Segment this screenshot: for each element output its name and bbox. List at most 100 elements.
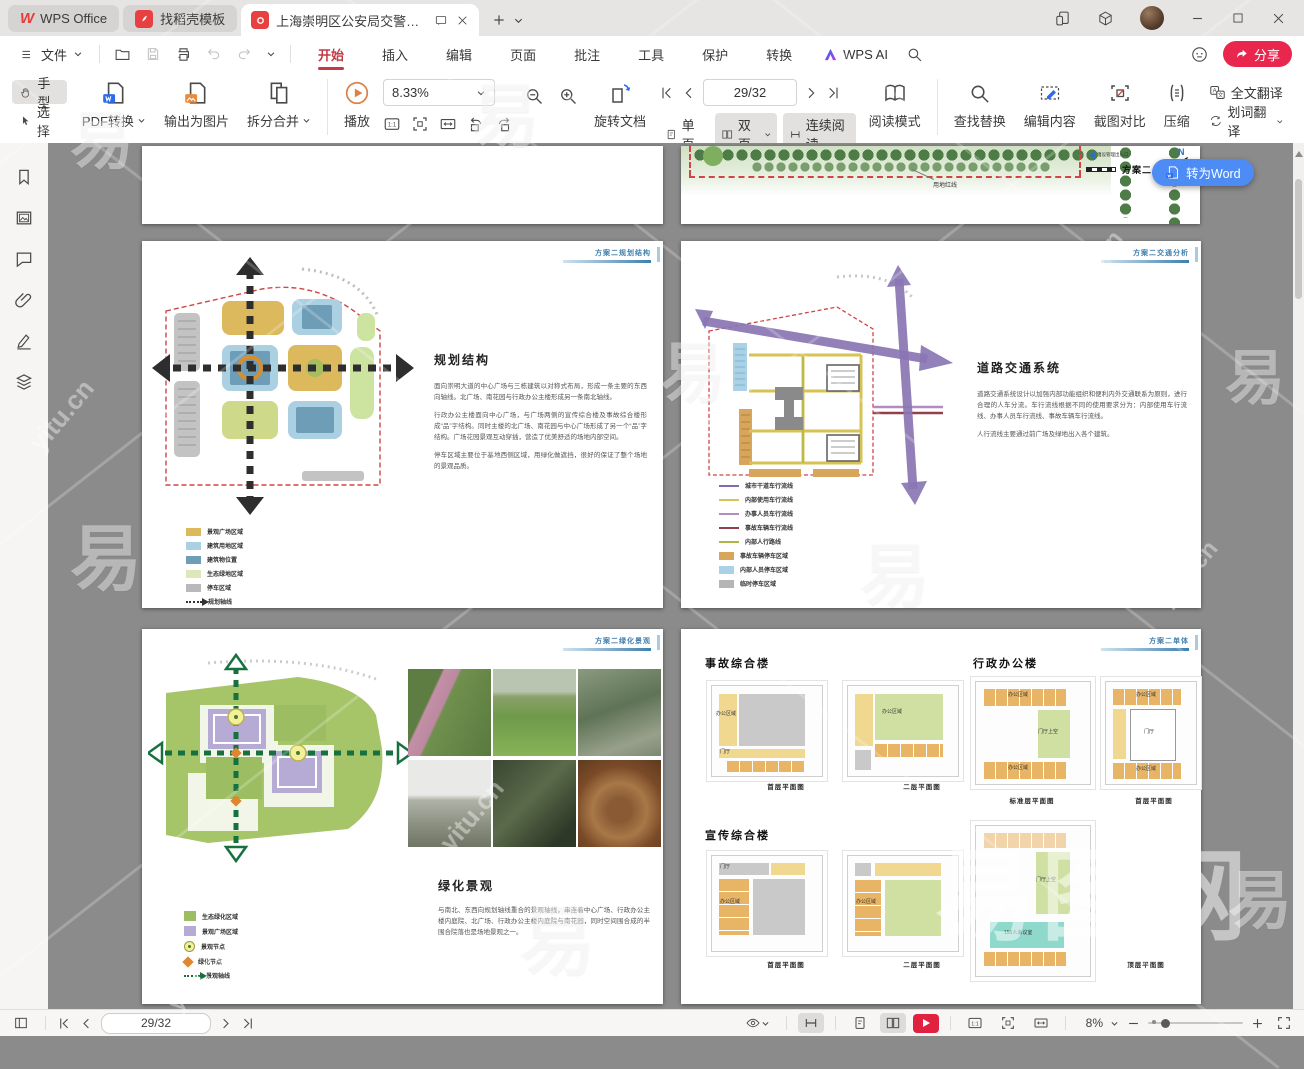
maximize-button[interactable] bbox=[1231, 11, 1245, 25]
zoom-chevron-icon[interactable] bbox=[1110, 1019, 1119, 1028]
split-merge-button[interactable]: 拆分合并 bbox=[247, 77, 311, 131]
minimize-button[interactable] bbox=[1190, 11, 1205, 26]
zoom-slider[interactable] bbox=[1148, 1022, 1243, 1024]
presentation-play-button[interactable] bbox=[913, 1014, 939, 1033]
fit-width-button[interactable] bbox=[1028, 1013, 1054, 1033]
select-tool-button[interactable]: 选择 bbox=[12, 109, 67, 133]
page-indicator-input[interactable]: 29/32 bbox=[703, 79, 797, 106]
fit-page-button[interactable] bbox=[411, 115, 429, 133]
tab-page-menu[interactable]: 页面 bbox=[491, 36, 555, 72]
comments-panel-icon[interactable] bbox=[14, 249, 34, 269]
save-icon[interactable] bbox=[145, 46, 161, 62]
compress-button[interactable]: 压缩 bbox=[1164, 77, 1190, 131]
full-translate-button[interactable]: 全文翻译 bbox=[1201, 80, 1292, 104]
file-menu[interactable]: 文件 bbox=[12, 45, 91, 64]
scroll-up-arrow[interactable] bbox=[1295, 151, 1303, 157]
tab-insert-menu[interactable]: 插入 bbox=[363, 36, 427, 72]
next-page-button[interactable] bbox=[803, 85, 819, 101]
tab-close-icon[interactable] bbox=[456, 14, 469, 27]
tab-tools-menu[interactable]: 工具 bbox=[619, 36, 683, 72]
document-canvas[interactable]: 用地红线 建设管理出入口 方案二总平面图 N 方案二规划结构 bbox=[48, 143, 1293, 1010]
tab-annotate-menu[interactable]: 批注 bbox=[555, 36, 619, 72]
hand-tool-button[interactable]: 手型 bbox=[12, 80, 67, 104]
compress-icon bbox=[1165, 81, 1189, 105]
find-replace-button[interactable]: 查找替换 bbox=[954, 77, 1006, 131]
tab-current-document[interactable]: 上海崇明区公安局交警大队办 bbox=[241, 4, 479, 36]
signature-panel-icon[interactable] bbox=[14, 331, 34, 351]
zoom-slider-handle[interactable] bbox=[1161, 1019, 1170, 1028]
page-indicator-input[interactable]: 29/32 bbox=[101, 1013, 211, 1034]
zoom-select[interactable]: 8.33% bbox=[383, 79, 495, 106]
wps-ai-menu[interactable]: WPS AI bbox=[811, 47, 900, 62]
next-page-button[interactable] bbox=[218, 1016, 233, 1031]
open-file-icon[interactable] bbox=[114, 46, 131, 63]
thumbnails-panel-icon[interactable] bbox=[14, 208, 34, 228]
view-mode-button[interactable] bbox=[740, 1013, 775, 1033]
convert-to-word-button[interactable]: 转为Word bbox=[1152, 159, 1254, 186]
page-28-site-plan: 用地红线 建设管理出入口 方案二总平面图 N bbox=[681, 146, 1200, 224]
tab-convert-menu[interactable]: 转换 bbox=[747, 36, 811, 72]
redline-bottom bbox=[689, 176, 1081, 178]
edit-content-button[interactable]: 编辑内容 bbox=[1024, 77, 1076, 131]
prev-page-button[interactable] bbox=[681, 85, 697, 101]
screenshot-compare-button[interactable]: 截图对比 bbox=[1094, 77, 1146, 131]
menu-search-icon[interactable] bbox=[906, 46, 923, 63]
fullscreen-button[interactable] bbox=[1276, 1015, 1292, 1031]
close-button[interactable] bbox=[1271, 11, 1286, 26]
apps-cube-icon[interactable] bbox=[1097, 10, 1114, 27]
sidebar-toggle-button[interactable] bbox=[8, 1013, 34, 1033]
tab-protect-menu[interactable]: 保护 bbox=[683, 36, 747, 72]
rotate-left-button[interactable] bbox=[467, 115, 485, 133]
quickbar-chevron-icon[interactable] bbox=[266, 49, 276, 59]
bookmarks-panel-icon[interactable] bbox=[14, 167, 34, 187]
landscape-p1: 与南北、东西向规划轴线重合的景观轴线，串连着中心广场、行政办公主楼内庭院、北广场… bbox=[438, 905, 650, 938]
rotate-right-button[interactable] bbox=[495, 115, 513, 133]
tab-home-menu[interactable]: 开始 bbox=[299, 36, 363, 72]
rotate-document-button[interactable]: 旋转文档 bbox=[594, 77, 646, 131]
assistant-icon[interactable] bbox=[1190, 45, 1209, 64]
zoom-in-button[interactable] bbox=[1250, 1016, 1265, 1031]
prev-page-button[interactable] bbox=[79, 1016, 94, 1031]
find-replace-icon bbox=[968, 82, 991, 105]
single-page-toggle[interactable] bbox=[847, 1013, 873, 1033]
zoom-out-button[interactable] bbox=[1126, 1016, 1141, 1031]
redo-icon[interactable] bbox=[236, 46, 252, 62]
vertical-scrollbar[interactable] bbox=[1293, 143, 1304, 1010]
status-zoom-value[interactable]: 8% bbox=[1077, 1016, 1103, 1030]
user-avatar[interactable] bbox=[1140, 6, 1164, 30]
pdf-convert-button[interactable]: PDF转换 bbox=[82, 77, 146, 131]
attachments-panel-icon[interactable] bbox=[14, 290, 34, 310]
first-page-button[interactable] bbox=[57, 1016, 72, 1031]
tab-wps-home[interactable]: W WPS Office bbox=[8, 5, 119, 32]
zoom-out-button[interactable] bbox=[524, 86, 544, 106]
divider bbox=[937, 79, 938, 135]
first-page-button[interactable] bbox=[659, 85, 675, 101]
continuous-reading-toggle[interactable] bbox=[798, 1013, 824, 1033]
play-button[interactable]: 播放 bbox=[344, 77, 370, 131]
tab-list-chevron-icon[interactable] bbox=[513, 15, 524, 26]
tab-edit-menu[interactable]: 编辑 bbox=[427, 36, 491, 72]
zoom-in-button[interactable] bbox=[558, 86, 578, 106]
left-sidebar bbox=[0, 143, 48, 1010]
tab-docer-templates[interactable]: 找稻壳模板 bbox=[123, 5, 237, 32]
tab-preview-icon[interactable] bbox=[434, 13, 448, 27]
read-mode-button[interactable]: 阅读模式 bbox=[869, 77, 921, 131]
landscape-photo bbox=[408, 669, 491, 756]
last-page-button[interactable] bbox=[825, 85, 841, 101]
new-tab-button[interactable] bbox=[491, 12, 507, 28]
undo-icon[interactable] bbox=[206, 46, 222, 62]
export-image-button[interactable]: 输出为图片 bbox=[164, 77, 229, 131]
word-translate-button[interactable]: 划词翻译 bbox=[1201, 109, 1292, 133]
mobile-link-icon[interactable] bbox=[1054, 10, 1071, 27]
double-page-toggle[interactable] bbox=[880, 1013, 906, 1033]
share-button[interactable]: 分享 bbox=[1223, 41, 1292, 67]
actual-size-button[interactable] bbox=[383, 115, 401, 133]
rotate-document-label: 旋转文档 bbox=[594, 111, 646, 130]
print-icon[interactable] bbox=[175, 46, 192, 63]
layers-panel-icon[interactable] bbox=[14, 372, 34, 392]
last-page-button[interactable] bbox=[240, 1016, 255, 1031]
actual-size-button[interactable] bbox=[962, 1013, 988, 1033]
fit-width-button[interactable] bbox=[439, 115, 457, 133]
scrollbar-thumb[interactable] bbox=[1295, 179, 1302, 299]
fit-page-button[interactable] bbox=[995, 1013, 1021, 1033]
